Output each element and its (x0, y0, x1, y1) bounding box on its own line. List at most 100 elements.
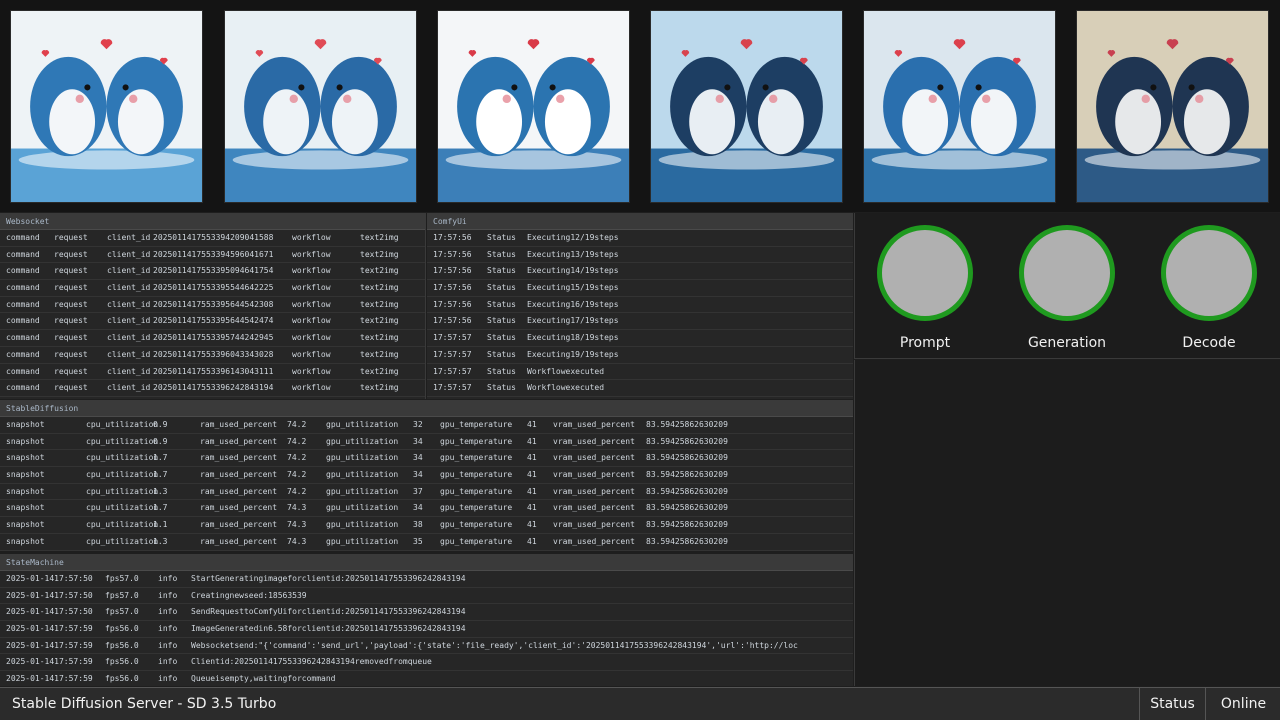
stablediffusion-row: snapshot cpu_utilization 1.7 ram_used_perce… (0, 500, 853, 518)
websocket-row-cell: 2025011417553395744242945 (153, 333, 274, 343)
websocket-row-cell: command (6, 233, 40, 242)
stablediffusion-row-cell: ram_used_percent (200, 503, 278, 513)
prompt-status-light (877, 225, 973, 321)
stablediffusion-row-cell: gpu_utilization (326, 453, 399, 463)
stablediffusion-row-cell: snapshot (6, 420, 45, 429)
comfyui-row: 17:57:56 Status Executing17/19steps (427, 313, 853, 331)
generated-image-3 (437, 10, 630, 203)
websocket-row-cell: command (6, 366, 40, 376)
websocket-row-cell: workflow (292, 333, 331, 343)
websocket-row: command request client_id 20250114175533961… (0, 364, 425, 381)
statemachine-row-cell: 2025-01-1417:57:50 (6, 607, 93, 617)
websocket-row-cell: text2img (360, 366, 399, 376)
comfyui-row-cell: Status (487, 249, 516, 259)
generation-indicator-label: Generation (1027, 335, 1107, 351)
statemachine-row-cell: 2025-01-1417:57:59 (6, 674, 93, 684)
statemachine-row-cell: SendRequesttoComfyUiforclientid:20250114… (191, 607, 466, 617)
stablediffusion-row-cell: gpu_utilization (326, 486, 399, 496)
websocket-row-cell: text2img (360, 283, 399, 293)
status-bar: Stable Diffusion Server - SD 3.5 Turbo S… (0, 687, 1280, 720)
stablediffusion-row-cell: 74.2 (287, 486, 307, 496)
stablediffusion-row-cell: 83.59425862630209 (646, 486, 728, 496)
websocket-row-cell: workflow (292, 249, 331, 259)
stablediffusion-row-cell: ram_used_percent (200, 486, 278, 496)
generated-image-5 (863, 10, 1056, 203)
stablediffusion-row-cell: 83.59425862630209 (646, 436, 728, 446)
stablediffusion-row-cell: gpu_temperature (440, 420, 513, 429)
websocket-row-cell: command (6, 266, 40, 276)
statemachine-row: 2025-01-1417:57:59 fps56.0 info Websocketse… (0, 638, 853, 655)
comfyui-row-cell: Status (487, 299, 516, 309)
stablediffusion-row-cell: cpu_utilization (86, 436, 159, 446)
statemachine-row-cell: Clientid:2025011417553396242843194remove… (191, 657, 432, 667)
websocket-row-cell: command (6, 383, 40, 393)
comfyui-row-cell: Executing15/19steps (527, 283, 619, 293)
stablediffusion-row-cell: gpu_temperature (440, 536, 513, 546)
stablediffusion-row-cell: 0.9 (153, 436, 168, 446)
websocket-row-cell: 2025011417553396143043111 (153, 366, 274, 376)
pipeline-indicators: Prompt Generation Decode (854, 213, 1280, 359)
stablediffusion-row-cell: 41 (527, 520, 537, 530)
websocket-row-cell: text2img (360, 333, 399, 343)
stablediffusion-row-cell: 83.59425862630209 (646, 503, 728, 513)
statemachine-row-cell: fps56.0 (105, 674, 139, 684)
stablediffusion-row-cell: 74.3 (287, 536, 307, 546)
stablediffusion-row-cell: gpu_temperature (440, 436, 513, 446)
websocket-row: command request client_id 20250114175533960… (0, 347, 425, 364)
stablediffusion-row-cell: 83.59425862630209 (646, 420, 728, 429)
websocket-row-cell: client_id (107, 266, 151, 276)
comfyui-panel-title: ComfyUi (427, 213, 853, 230)
stablediffusion-row-cell: 83.59425862630209 (646, 520, 728, 530)
websocket-row-cell: 2025011417553395544642225 (153, 283, 274, 293)
stablediffusion-row-cell: 83.59425862630209 (646, 536, 728, 546)
comfyui-row-cell: Status (487, 283, 516, 293)
statemachine-row: 2025-01-1417:57:50 fps57.0 info StartGenera… (0, 571, 853, 588)
stablediffusion-row-cell: gpu_temperature (440, 453, 513, 463)
statemachine-row-cell: fps56.0 (105, 624, 139, 634)
status-label: Status (1139, 688, 1206, 720)
stablediffusion-row-cell: 34 (413, 436, 423, 446)
stablediffusion-panel: StableDiffusion snapshot cpu_utilization 0… (0, 400, 853, 551)
decode-indicator-label: Decode (1182, 335, 1236, 351)
websocket-row: command request client_id 20250114175533956… (0, 297, 425, 314)
stablediffusion-row-cell: snapshot (6, 453, 45, 463)
websocket-row-cell: workflow (292, 299, 331, 309)
whale-illustration-icon (864, 11, 1055, 202)
comfyui-row-cell: Executing18/19steps (527, 333, 619, 343)
websocket-row: command request client_id 20250114175533957… (0, 330, 425, 347)
stablediffusion-row-cell: 41 (527, 420, 537, 429)
comfyui-row: 17:57:57 Status Workflowexecuted (427, 380, 853, 397)
stablediffusion-row-cell: vram_used_percent (553, 486, 635, 496)
stablediffusion-panel-title: StableDiffusion (0, 400, 853, 417)
stablediffusion-row-cell: gpu_temperature (440, 486, 513, 496)
stablediffusion-row-cell: 83.59425862630209 (646, 453, 728, 463)
websocket-row-cell: request (54, 249, 88, 259)
websocket-row-cell: workflow (292, 383, 331, 393)
websocket-row-cell: text2img (360, 266, 399, 276)
statemachine-row: 2025-01-1417:57:59 fps56.0 info Queueisempt… (0, 671, 853, 688)
statemachine-row-cell: info (158, 574, 178, 583)
app-title: Stable Diffusion Server - SD 3.5 Turbo (12, 696, 277, 712)
image-gallery (0, 0, 1280, 212)
websocket-row-cell: client_id (107, 299, 151, 309)
comfyui-rows: 17:57:56 Status Executing12/19steps 17:57:5… (427, 230, 853, 397)
stablediffusion-row-cell: 1.7 (153, 470, 168, 480)
comfyui-row-cell: 17:57:56 (433, 283, 472, 293)
statemachine-row-cell: StartGeneratingimageforclientid:20250114… (191, 574, 466, 583)
statemachine-row-cell: 2025-01-1417:57:50 (6, 590, 93, 600)
statemachine-row: 2025-01-1417:57:59 fps56.0 info ImageGenera… (0, 621, 853, 638)
generation-indicator: Generation (1019, 225, 1115, 351)
websocket-row-cell: request (54, 349, 88, 359)
statemachine-row-cell: 2025-01-1417:57:50 (6, 574, 93, 583)
statemachine-panel-title: StateMachine (0, 554, 853, 571)
statemachine-row-cell: fps57.0 (105, 574, 139, 583)
comfyui-row-cell: Executing17/19steps (527, 316, 619, 326)
websocket-row-cell: text2img (360, 349, 399, 359)
statemachine-row: 2025-01-1417:57:50 fps57.0 info SendRequest… (0, 604, 853, 622)
stablediffusion-row-cell: cpu_utilization (86, 503, 159, 513)
status-value: Online (1220, 696, 1267, 712)
stablediffusion-row: snapshot cpu_utilization 0.9 ram_used_perce… (0, 434, 853, 451)
stablediffusion-row-cell: 32 (413, 420, 423, 429)
stablediffusion-row-cell: 41 (527, 486, 537, 496)
stablediffusion-row-cell: gpu_utilization (326, 420, 399, 429)
